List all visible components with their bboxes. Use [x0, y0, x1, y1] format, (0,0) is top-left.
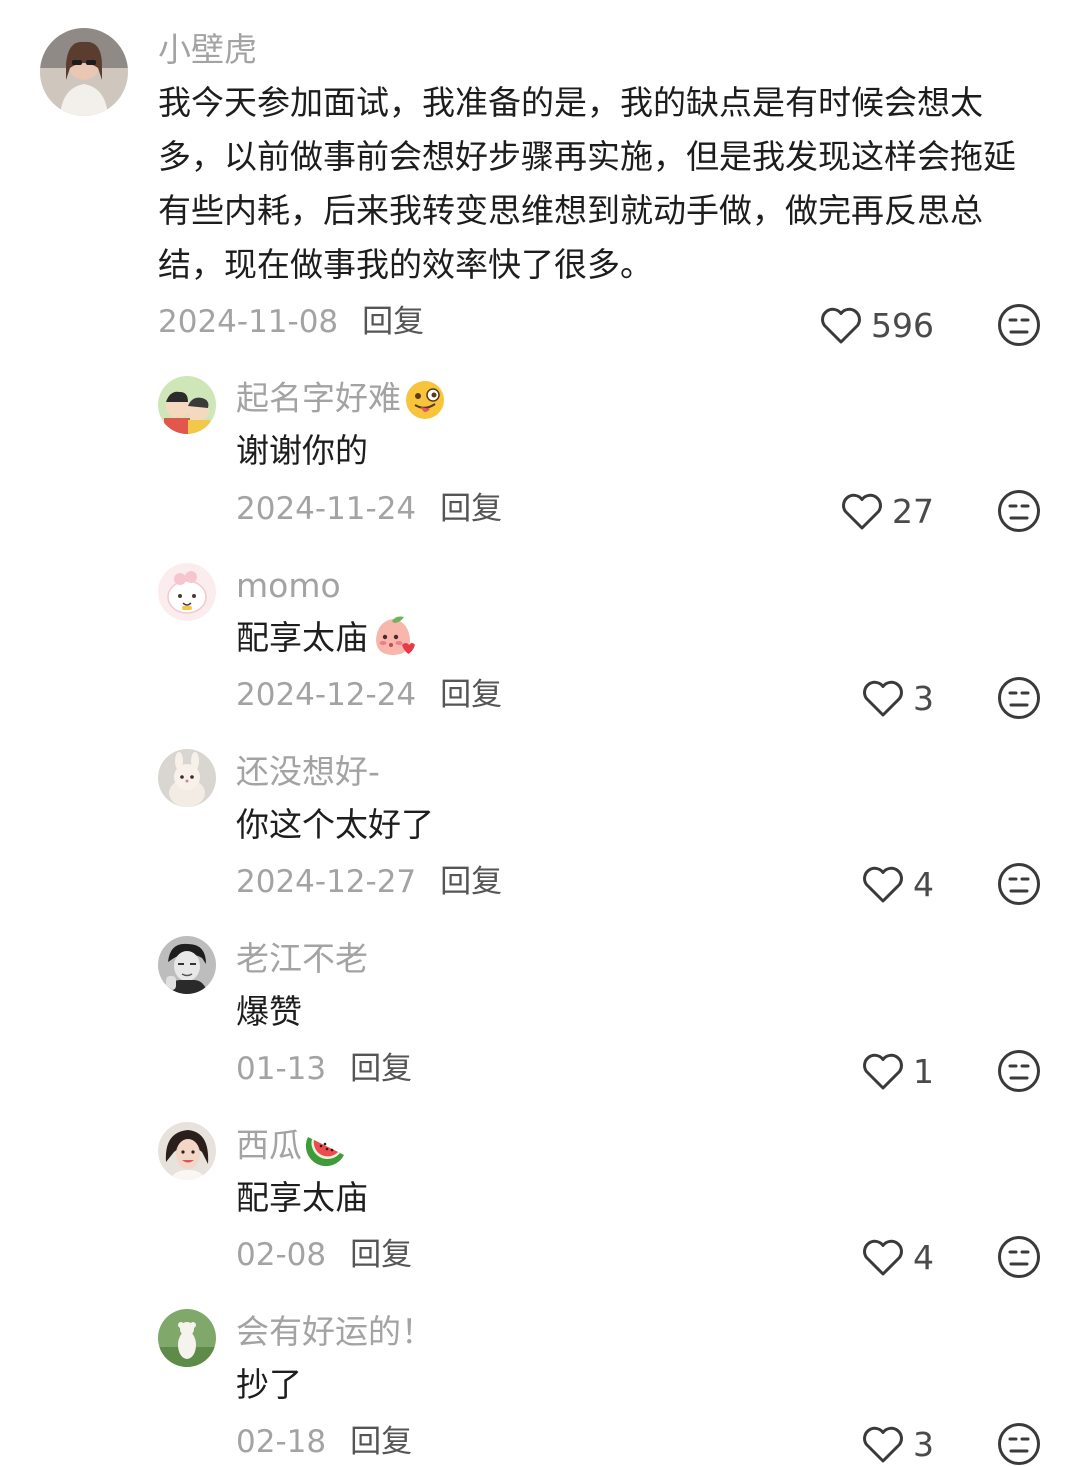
- like-count: 4: [913, 864, 934, 904]
- neutral-face-icon: [998, 490, 1040, 532]
- reply-button[interactable]: 回复: [440, 491, 502, 527]
- reply-button[interactable]: 回复: [350, 1424, 412, 1460]
- comment-username[interactable]: 起名字好难: [236, 378, 447, 422]
- reply-button[interactable]: 回复: [362, 304, 424, 340]
- reply-button[interactable]: 回复: [440, 677, 502, 713]
- dislike-button[interactable]: [997, 676, 1041, 720]
- blushing-peach-emoji: [376, 616, 415, 655]
- dislike-button[interactable]: [997, 1422, 1041, 1466]
- like-button[interactable]: 596: [800, 303, 934, 347]
- avatar[interactable]: [40, 28, 128, 116]
- like-count: 3: [913, 1424, 934, 1464]
- comment-date: 2024-12-24: [236, 677, 417, 713]
- neutral-face-icon: [998, 304, 1040, 346]
- like-count: 4: [913, 1237, 934, 1277]
- winking-tongue-emoji: [406, 381, 444, 419]
- heart-outline-icon: [842, 493, 882, 530]
- neutral-face-icon: [998, 1050, 1040, 1092]
- heart-outline-icon: [863, 1053, 903, 1090]
- avatar[interactable]: [158, 1122, 216, 1180]
- comment-text: 配享太庙: [236, 611, 416, 665]
- comment-username[interactable]: 小壁虎: [158, 30, 257, 70]
- comment-meta: 02-08 回复: [236, 1235, 412, 1275]
- neutral-face-icon: [998, 677, 1040, 719]
- avatar[interactable]: [158, 563, 216, 621]
- like-button[interactable]: 27: [800, 489, 934, 533]
- comment-meta: 2024-11-24 回复: [236, 489, 502, 529]
- comment-username[interactable]: 老江不老: [236, 939, 368, 979]
- dislike-button[interactable]: [997, 862, 1041, 906]
- comment-text: 谢谢你的: [236, 431, 368, 470]
- comment-date: 2024-11-24: [236, 491, 417, 527]
- like-count: 596: [871, 305, 934, 345]
- username-text: 西瓜: [236, 1125, 302, 1165]
- comment-date: 2024-12-27: [236, 864, 417, 900]
- comment-text: 配享太庙: [236, 1178, 368, 1217]
- heart-outline-icon: [863, 1239, 903, 1276]
- neutral-face-icon: [998, 863, 1040, 905]
- comment-text: 我今天参加面试，我准备的是，我的缺点是有时候会想太多，以前做事前会想好步骤再实施…: [158, 83, 1016, 284]
- comment-date: 02-08: [236, 1237, 327, 1273]
- dislike-button[interactable]: [997, 303, 1041, 347]
- comment-text-content: 配享太庙: [236, 618, 368, 657]
- dislike-button[interactable]: [997, 489, 1041, 533]
- comment-meta: 2024-12-24 回复: [236, 675, 502, 715]
- like-count: 1: [913, 1051, 934, 1091]
- dislike-button[interactable]: [997, 1049, 1041, 1093]
- reply-button[interactable]: 回复: [350, 1237, 412, 1273]
- comment-text: 你这个太好了: [236, 805, 434, 844]
- avatar[interactable]: [158, 376, 216, 434]
- comment-date: 02-18: [236, 1424, 327, 1460]
- avatar[interactable]: [158, 1309, 216, 1367]
- heart-outline-icon: [863, 680, 903, 717]
- comment-meta: 2024-12-27 回复: [236, 862, 502, 902]
- comment-username[interactable]: 还没想好-: [236, 752, 380, 792]
- comment-username[interactable]: 西瓜: [236, 1125, 348, 1169]
- reply-button[interactable]: 回复: [440, 864, 502, 900]
- username-text: 起名字好难: [236, 378, 401, 418]
- comment-meta: 01-13 回复: [236, 1049, 412, 1089]
- like-button[interactable]: 4: [800, 862, 934, 906]
- heart-outline-icon: [863, 866, 903, 903]
- comment-username[interactable]: 会有好运的！: [236, 1312, 434, 1352]
- like-button[interactable]: 1: [800, 1049, 934, 1093]
- avatar[interactable]: [158, 936, 216, 994]
- like-button[interactable]: 3: [800, 1422, 934, 1466]
- comment-username[interactable]: momo: [236, 566, 341, 606]
- dislike-button[interactable]: [997, 1235, 1041, 1279]
- like-count: 3: [913, 678, 934, 718]
- like-button[interactable]: 3: [800, 676, 934, 720]
- neutral-face-icon: [998, 1423, 1040, 1465]
- reply-button[interactable]: 回复: [350, 1051, 412, 1087]
- comment-date: 2024-11-08: [158, 304, 339, 340]
- like-count: 27: [892, 491, 934, 531]
- heart-outline-icon: [863, 1426, 903, 1463]
- neutral-face-icon: [998, 1236, 1040, 1278]
- avatar[interactable]: [158, 749, 216, 807]
- comment-meta: 02-18 回复: [236, 1422, 412, 1462]
- comment-text: 抄了: [236, 1365, 302, 1404]
- comment-text: 爆赞: [236, 992, 302, 1031]
- comment-date: 01-13: [236, 1051, 327, 1087]
- watermelon-emoji: [305, 1137, 344, 1167]
- heart-outline-icon: [821, 307, 861, 344]
- comment-meta: 2024-11-08 回复: [158, 302, 424, 342]
- like-button[interactable]: 4: [800, 1235, 934, 1279]
